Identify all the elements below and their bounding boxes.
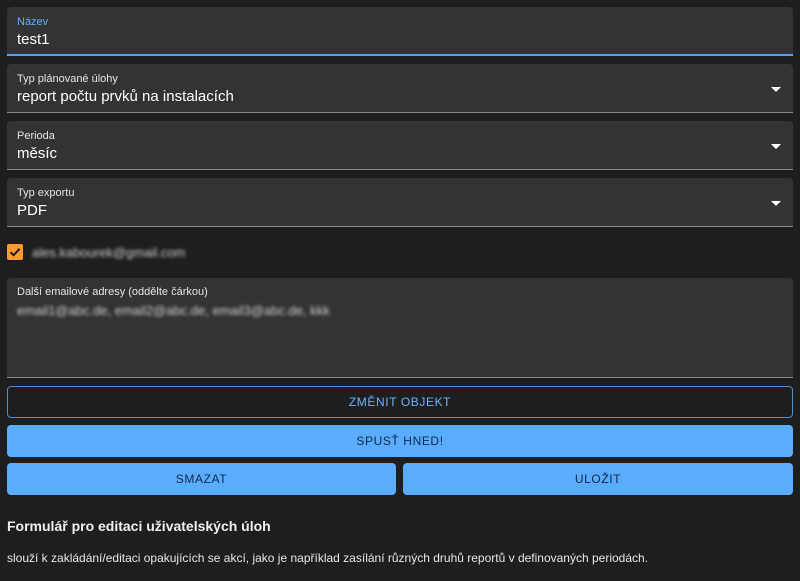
dropdown-arrow-icon[interactable] xyxy=(771,87,781,92)
change-object-button[interactable]: ZMĚNIT OBJEKT xyxy=(7,386,793,418)
dropdown-arrow-icon[interactable] xyxy=(771,201,781,206)
save-button[interactable]: ULOŽIT xyxy=(403,463,793,495)
checkmark-icon xyxy=(9,248,21,257)
export-type-value: PDF xyxy=(17,202,47,219)
name-field[interactable]: Název test1 xyxy=(7,7,793,56)
delete-button[interactable]: SMAZAT xyxy=(7,463,396,495)
info-description: slouží k zakládání/editaci opakujících s… xyxy=(7,551,649,565)
period-select[interactable]: Perioda měsíc xyxy=(7,121,793,170)
extra-emails-label: Další emailové adresy (oddělte čárkou) xyxy=(17,286,208,298)
export-type-select[interactable]: Typ exportu PDF xyxy=(7,178,793,227)
task-type-select[interactable]: Typ plánované úlohy report počtu prvků n… xyxy=(7,64,793,113)
extra-emails-value[interactable]: email1@abc.de, email2@abc.de, email3@abc… xyxy=(17,303,330,318)
period-value: měsíc xyxy=(17,145,58,162)
name-field-label: Název xyxy=(17,16,49,28)
email-checkbox-row[interactable]: ales.kabourek@gmail.com xyxy=(7,243,185,261)
task-type-label: Typ plánované úlohy xyxy=(17,73,118,85)
email-checkbox-label: ales.kabourek@gmail.com xyxy=(32,244,186,260)
info-title: Formulář pro editaci uživatelských úloh xyxy=(7,518,271,534)
email-checkbox[interactable] xyxy=(7,244,23,260)
period-label: Perioda xyxy=(17,130,55,142)
export-type-label: Typ exportu xyxy=(17,187,75,199)
run-now-button[interactable]: SPUSŤ HNED! xyxy=(7,425,793,457)
dropdown-arrow-icon[interactable] xyxy=(771,144,781,149)
extra-emails-field[interactable]: Další emailové adresy (oddělte čárkou) e… xyxy=(7,278,793,378)
name-field-value[interactable]: test1 xyxy=(17,31,50,48)
task-type-value: report počtu prvků na instalacích xyxy=(17,88,234,105)
